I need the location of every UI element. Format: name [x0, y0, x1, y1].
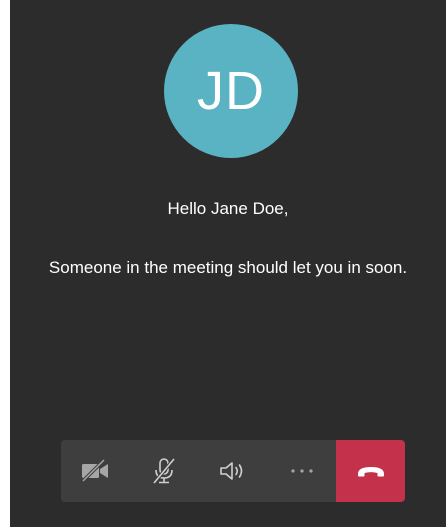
microphone-toggle-button[interactable]: [130, 440, 199, 502]
greeting-text: Hello Jane Doe,: [167, 199, 289, 218]
more-options-button[interactable]: [267, 440, 336, 502]
more-options-icon: [289, 467, 315, 475]
mic-off-icon: [151, 457, 177, 485]
camera-off-icon: [80, 459, 110, 483]
hang-up-button[interactable]: [336, 440, 405, 502]
speaker-toggle-button[interactable]: [199, 440, 268, 502]
meeting-lobby-screen: JD Hello Jane Doe, Someone in the meetin…: [10, 0, 446, 527]
hang-up-icon: [356, 464, 386, 478]
waiting-message: Someone in the meeting should let you in…: [48, 258, 408, 277]
speaker-icon: [218, 460, 248, 482]
avatar-initials: JD: [197, 61, 265, 121]
avatar: JD: [164, 24, 298, 158]
call-controls-toolbar: [61, 440, 405, 502]
camera-toggle-button[interactable]: [61, 440, 130, 502]
